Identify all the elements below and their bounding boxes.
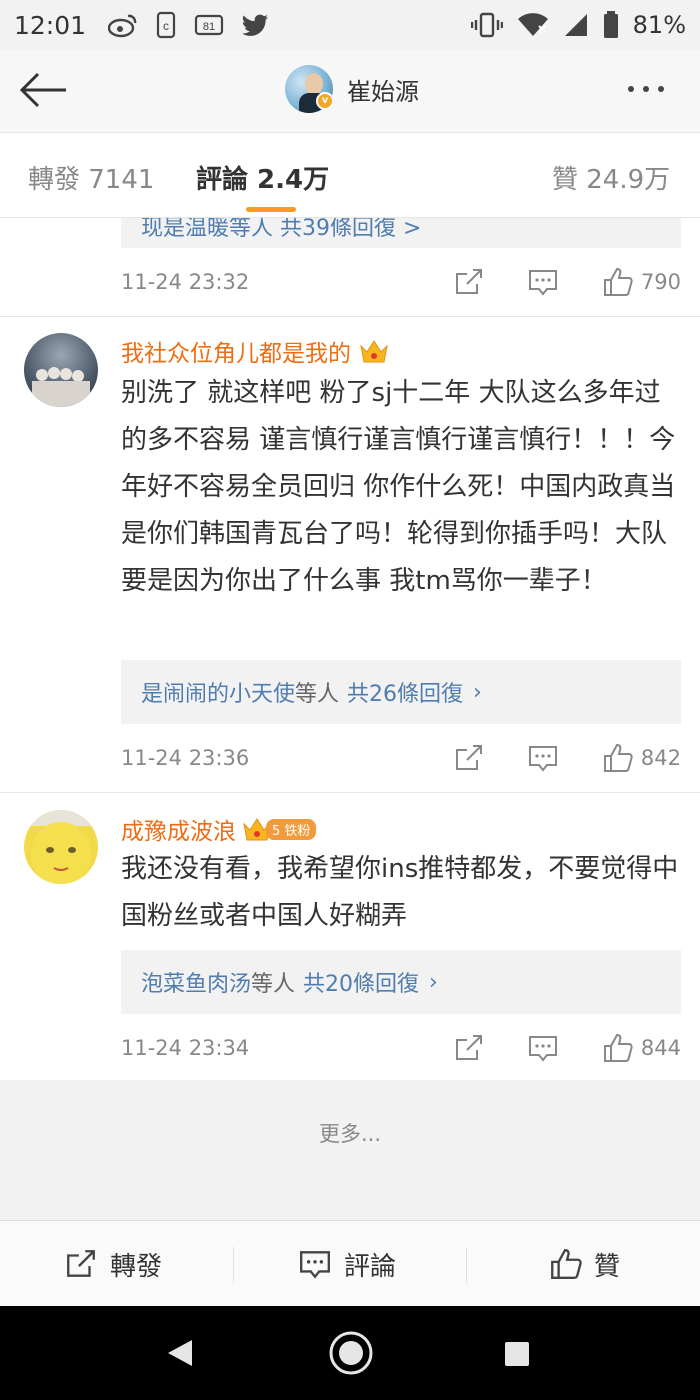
comment-text: 我还没有看，我希望你ins推特都发，不要觉得中国粉丝或者中国人好糊弄 [121,854,679,931]
reply-count: 共20條回復 [303,972,420,997]
twitter-icon [242,14,269,36]
reply-summary-link[interactable]: 泡菜鱼肉汤 等人 共20條回復 › [121,950,681,1014]
comment-username[interactable]: 我社众位角儿都是我的 [121,334,389,368]
comment-text: 别洗了 就这样吧 粉了sj十二年 大队这么多年过的多不容易 谨言慎行谨言慎行谨言… [121,378,676,596]
tab-reposts[interactable]: 轉發 7141 [28,159,154,196]
reply-mid-text: 等人 [295,682,340,707]
repost-button[interactable]: 轉發 [64,1221,162,1307]
comment-meta-row: 11-24 23:36 842 [121,738,681,778]
comment-button[interactable]: 評論 [298,1221,396,1307]
tab-comments[interactable]: 評論 2.4万 [196,159,329,196]
reply-mid-text: 等人 [251,972,296,997]
top-navigation-bar: 崔始源 v [0,50,700,132]
vibrate-icon [470,12,503,38]
svg-text:c: c [163,19,169,33]
back-arrow-icon [19,72,66,108]
recents-square-icon[interactable] [504,1341,530,1367]
comment-label: 評論 [344,1251,397,1282]
svg-text:81: 81 [203,21,215,33]
status-bar: 12:01 c 81 81% [0,0,700,50]
username-text: 我社众位角儿都是我的 [121,341,351,367]
fan-badge-label: 5 铁粉 [266,818,317,840]
divider [466,1247,467,1283]
like-icon[interactable] [601,742,633,774]
reply-count: 共26條回復 [347,682,464,707]
signal-icon [564,14,587,36]
system-navigation-bar [0,1306,700,1400]
status-time: 12:01 [14,10,87,40]
repost-icon[interactable] [453,742,485,774]
page-title: 崔始源 [347,77,419,106]
chevron-right-icon: › [473,679,482,705]
header-profile[interactable]: 崔始源 [285,65,419,113]
verified-badge-icon: v [316,92,334,110]
comment-icon[interactable] [527,1032,559,1064]
repost-icon[interactable] [453,1032,485,1064]
weibo-icon [108,14,137,38]
battery-icon [603,11,618,38]
comment-time: 11-24 23:36 [121,746,250,770]
more-options-button[interactable] [628,86,664,92]
comment-meta-row: 11-24 23:34 844 [121,1028,681,1068]
81-box-icon: 81 [194,14,224,36]
back-triangle-icon[interactable] [166,1338,194,1368]
c-box-icon: c [156,11,176,39]
back-button[interactable] [18,70,68,110]
repost-label: 轉發 [110,1251,163,1282]
chevron-right-icon: › [429,969,438,995]
like-button[interactable]: 贊 [548,1221,620,1307]
like-count: 844 [640,1036,681,1060]
like-icon[interactable] [601,1032,633,1064]
battery-percentage: 81% [632,11,686,39]
repost-icon[interactable] [453,266,485,298]
like-count: 790 [640,270,681,294]
bottom-action-bar: 轉發 評論 贊 [0,1220,700,1306]
comment-icon [300,1251,330,1279]
tab-likes[interactable]: 贊 24.9万 [552,159,670,196]
tab-bar: 轉發 7141 評論 2.4万 贊 24.9万 [0,132,700,218]
like-icon [551,1249,582,1279]
fan-badge: 5 铁粉 [242,816,317,842]
reply-names: 是闹闹的小天使 [141,682,296,707]
wifi-icon [517,13,548,36]
divider [0,316,700,317]
like-count: 842 [640,746,681,770]
avatar[interactable] [24,333,98,407]
reply-summary-text: 现是温暖等人 共39條回復 > [141,218,422,241]
avatar[interactable] [24,810,98,884]
comment-icon[interactable] [527,742,559,774]
comment-time: 11-24 23:34 [121,1036,250,1060]
divider [0,792,700,793]
comment-username[interactable]: 成豫成波浪 5 铁粉 [121,812,317,846]
like-icon[interactable] [601,266,633,298]
active-tab-indicator [246,207,296,212]
load-more-button[interactable]: 更多... [0,1118,700,1148]
reply-summary-link[interactable]: 现是温暖等人 共39條回復 > [121,218,681,248]
reply-summary-link[interactable]: 是闹闹的小天使 等人 共26條回復 › [121,660,681,724]
like-label: 贊 [594,1251,621,1282]
divider [233,1247,234,1283]
load-more-section: 更多... [0,1080,700,1220]
comment-list: 现是温暖等人 共39條回復 > 11-24 23:32 790 我社众位角儿都是… [0,218,700,1080]
repost-icon [67,1250,95,1277]
comment-icon[interactable] [527,266,559,298]
comment-time: 11-24 23:32 [121,270,250,294]
home-circle-icon[interactable] [328,1330,374,1376]
reply-names: 泡菜鱼肉汤 [141,972,252,997]
comment-meta-row: 11-24 23:32 790 [121,262,681,302]
username-text: 成豫成波浪 [121,819,236,845]
vip-crown-icon [360,340,388,363]
